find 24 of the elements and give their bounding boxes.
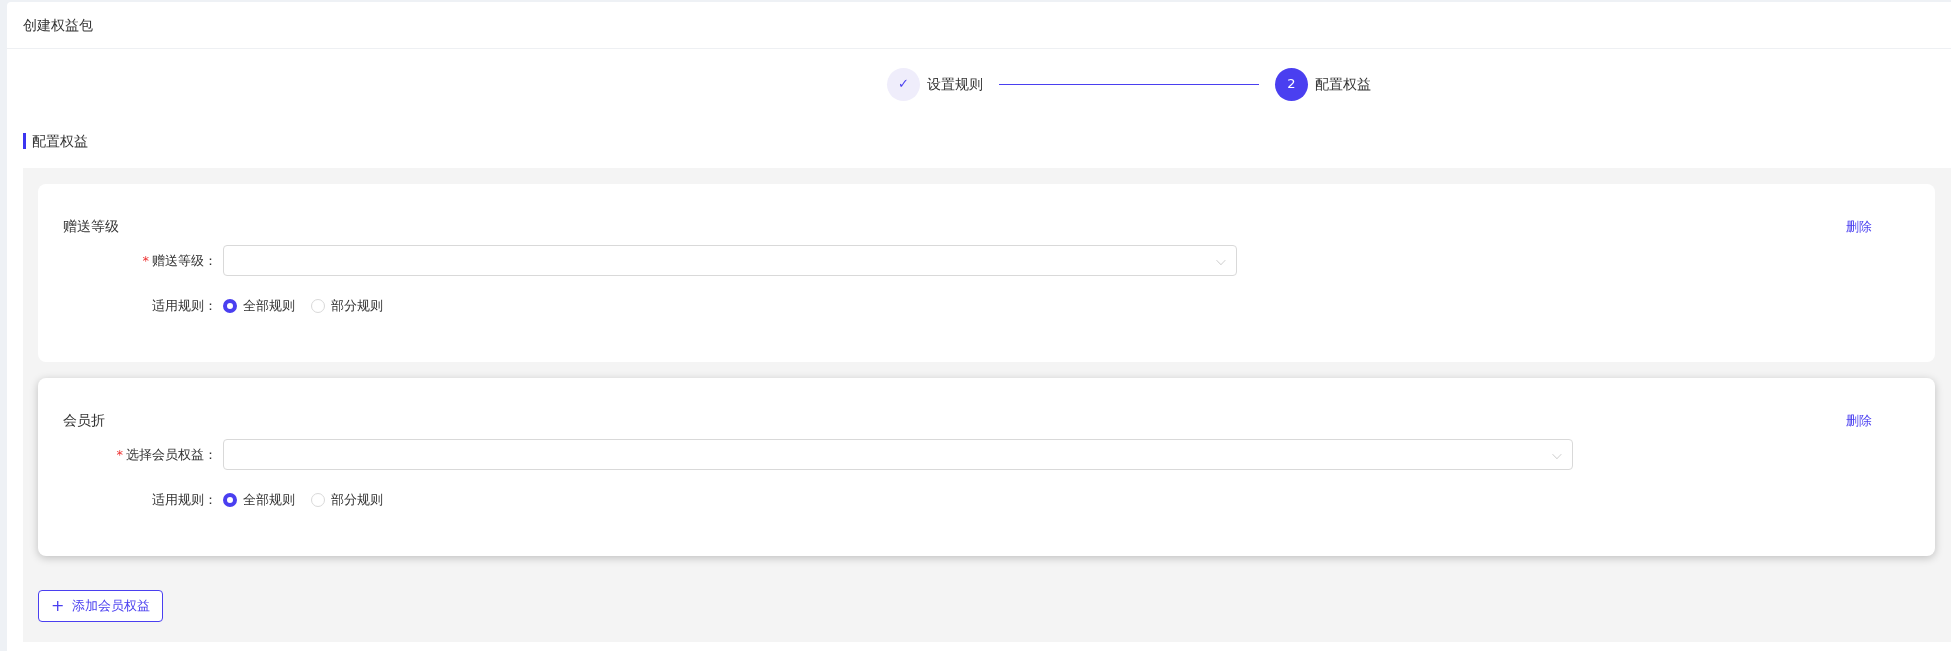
card-title: 会员折 bbox=[63, 411, 105, 430]
radio-option[interactable]: 全部规则 bbox=[223, 490, 295, 510]
add-benefit-button[interactable]: + 添加会员权益 bbox=[38, 590, 164, 622]
radio-option[interactable]: 全部规则 bbox=[223, 296, 295, 316]
section-title: 配置权益 bbox=[23, 133, 1951, 149]
required-mark: * bbox=[142, 252, 149, 268]
field-label: 适用规则： bbox=[152, 298, 217, 313]
field-label: 选择会员权益： bbox=[126, 446, 217, 462]
field-label: 适用规则： bbox=[152, 492, 217, 507]
radio-option[interactable]: 部分规则 bbox=[311, 296, 383, 316]
step-check-icon: ✓ bbox=[887, 67, 920, 101]
page-title: 创建权益包 bbox=[23, 15, 93, 35]
radio-option[interactable]: 部分规则 bbox=[311, 490, 383, 510]
step-label: 设置规则 bbox=[927, 74, 983, 94]
plus-icon: + bbox=[51, 594, 65, 618]
delete-link[interactable]: 删除 bbox=[1846, 216, 1872, 237]
chevron-icon: ⌵ bbox=[1552, 444, 1562, 465]
chevron-icon: ⌵ bbox=[1216, 250, 1226, 271]
step-label: 配置权益 bbox=[1315, 74, 1371, 94]
required-mark: * bbox=[116, 446, 123, 462]
step-number: 2 bbox=[1275, 67, 1308, 101]
card-title: 赠送等级 bbox=[63, 217, 119, 236]
field-label: 赠送等级： bbox=[152, 252, 217, 268]
delete-link[interactable]: 删除 bbox=[1846, 410, 1872, 431]
